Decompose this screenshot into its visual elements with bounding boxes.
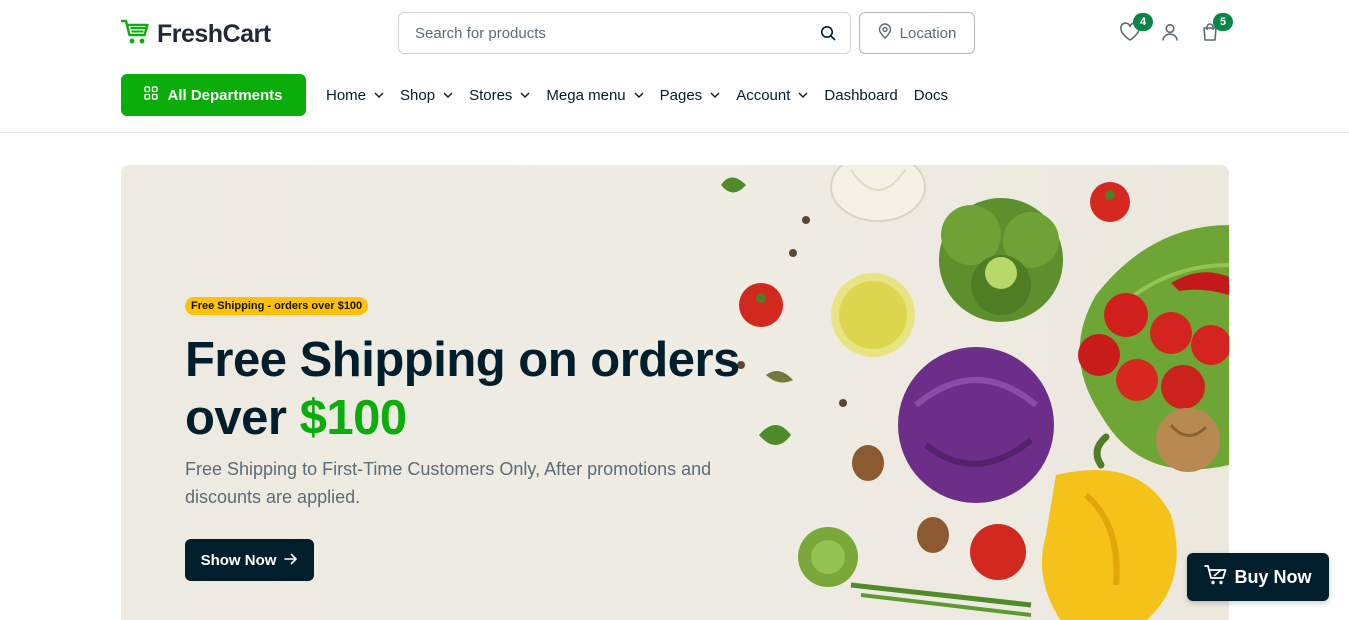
search-bar [398, 12, 851, 54]
nav-label: Pages [659, 86, 703, 104]
show-now-label: Show Now [200, 551, 277, 569]
chevron-down-icon [634, 90, 644, 100]
nav-item-stores[interactable]: Stores [469, 87, 530, 104]
chevron-down-icon [710, 90, 720, 100]
cart-icon [1204, 564, 1228, 591]
hero-title: Free Shipping on orders over $100 [185, 331, 785, 447]
cart-logo-icon [120, 18, 151, 51]
account-button[interactable] [1158, 22, 1182, 46]
nav-label: Dashboard [824, 86, 898, 104]
main-nav: Home Shop Stores Mega menu Pages Account… [326, 84, 964, 106]
brand-logo[interactable]: FreshCart [120, 18, 271, 51]
location-label: Location [899, 24, 957, 42]
location-button[interactable]: Location [859, 12, 975, 54]
nav-label: Docs [913, 86, 948, 104]
show-now-button[interactable]: Show Now [185, 539, 314, 581]
site-header: FreshCart Location 4 5 All Departme [0, 0, 1349, 133]
hero-banner: Free Shipping - orders over $100 Free Sh… [121, 165, 1229, 620]
search-input[interactable] [415, 24, 818, 42]
arrow-right-icon [284, 552, 298, 569]
nav-label: Account [736, 86, 791, 104]
all-departments-label: All Departments [167, 86, 283, 104]
nav-item-docs[interactable]: Docs [914, 87, 948, 104]
chevron-down-icon [443, 90, 453, 100]
nav-item-pages[interactable]: Pages [660, 87, 721, 104]
map-pin-icon [878, 23, 892, 43]
chevron-down-icon [798, 90, 808, 100]
wishlist-button[interactable]: 4 [1118, 13, 1153, 46]
free-shipping-badge: Free Shipping - orders over $100 [185, 297, 369, 315]
user-icon [1160, 22, 1180, 47]
cart-count-badge: 5 [1213, 13, 1233, 31]
nav-label: Shop [400, 86, 436, 104]
nav-label: Home [326, 86, 367, 104]
hero-description: Free Shipping to First-Time Customers On… [185, 459, 712, 507]
nav-item-home[interactable]: Home [326, 87, 384, 104]
nav-label: Stores [469, 86, 513, 104]
wishlist-count-badge: 4 [1133, 13, 1153, 31]
search-icon[interactable] [818, 23, 838, 43]
all-departments-button[interactable]: All Departments [121, 74, 306, 116]
grid-icon [144, 86, 159, 104]
hero-title-accent: $100 [299, 391, 408, 445]
chevron-down-icon [520, 90, 530, 100]
nav-label: Mega menu [546, 86, 626, 104]
nav-item-account[interactable]: Account [736, 87, 808, 104]
nav-item-shop[interactable]: Shop [400, 87, 453, 104]
nav-item-dashboard[interactable]: Dashboard [824, 87, 897, 104]
nav-item-mega-menu[interactable]: Mega menu [546, 86, 644, 104]
buy-now-button[interactable]: Buy Now [1187, 553, 1329, 601]
brand-name: FreshCart [157, 20, 271, 48]
buy-now-label: Buy Now [1234, 566, 1312, 587]
chevron-down-icon [374, 90, 384, 100]
cart-button[interactable]: 5 [1198, 13, 1233, 46]
hero-title-prefix: over [185, 391, 287, 445]
hero-title-line1: Free Shipping on orders [185, 333, 740, 387]
